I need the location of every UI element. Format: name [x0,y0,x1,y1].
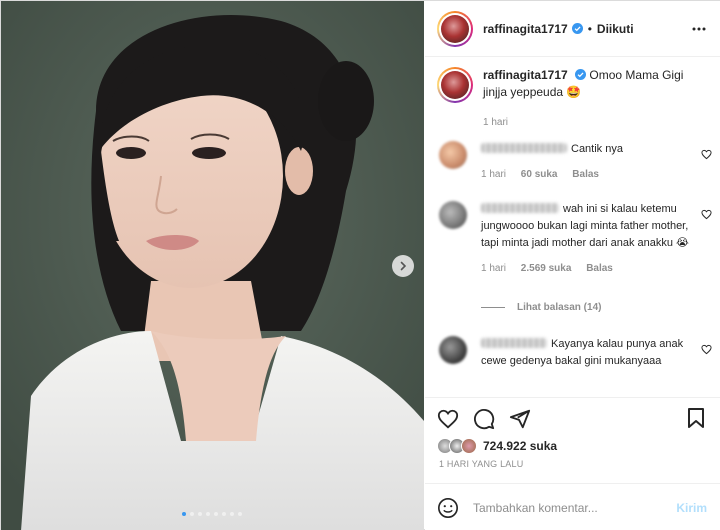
add-comment-bar: Kirim [425,483,720,530]
emoji-icon[interactable] [437,497,459,519]
separator-dot: • [587,21,592,36]
more-options-icon[interactable] [691,21,707,37]
view-replies-label: Lihat balasan (14) [517,302,602,313]
heart-icon[interactable] [437,408,459,430]
view-replies-button[interactable]: Lihat balasan (14) [481,302,601,313]
verified-badge-icon [571,23,583,34]
comment-likes[interactable]: 60 suka [521,169,558,180]
share-icon[interactable] [509,408,531,430]
carousel-dot [198,512,202,516]
reply-button[interactable]: Balas [586,263,613,274]
post-comment-button[interactable]: Kirim [676,501,707,515]
carousel-indicator [182,512,242,516]
post-caption: raffinagita1717 Omoo Mama Gigi jinjja ye… [437,67,712,128]
commenter-username[interactable] [481,203,559,213]
comment-time: 1 hari [481,169,507,180]
carousel-dot [190,512,194,516]
carousel-dot [238,512,242,516]
comment-like-heart-icon[interactable] [701,209,712,220]
carousel-dot [206,512,210,516]
comment-icon[interactable] [473,408,495,430]
comment-time: 1 hari [481,263,507,274]
caption-username[interactable]: raffinagita1717 [483,68,568,82]
comments-list[interactable]: raffinagita1717 Omoo Mama Gigi jinjja ye… [425,57,720,397]
commenter-avatar[interactable] [439,141,467,169]
commenter-avatar[interactable] [439,336,467,364]
verified-badge-icon [575,69,587,80]
post-side-panel: raffinagita1717 • Diikuti raffinagita171… [425,1,720,530]
post-photo[interactable] [1,1,424,530]
commenter-avatar[interactable] [439,201,467,229]
comment-like-heart-icon[interactable] [701,344,712,355]
portrait-image [1,1,424,530]
comment-input[interactable] [473,500,653,515]
author-avatar[interactable] [437,10,473,47]
comment-likes[interactable]: 2.569 suka [521,263,572,274]
commenter-username[interactable] [481,338,547,348]
action-buttons [437,408,531,430]
carousel-dot [222,512,226,516]
post-actions-section: 724.922 suka 1 HARI YANG LALU [425,397,720,482]
carousel-dot [182,512,186,516]
carousel-dot [214,512,218,516]
comment-text: Cantik nya [571,143,623,155]
next-photo-button[interactable] [392,255,414,277]
carousel-dot [230,512,234,516]
likes-summary[interactable]: 724.922 suka [437,438,557,454]
follow-status-button[interactable]: Diikuti [597,22,634,36]
likes-count[interactable]: 724.922 suka [483,439,557,453]
post-header: raffinagita1717 • Diikuti [425,1,720,57]
commenter-username[interactable] [481,143,567,153]
replies-divider [481,307,505,308]
author-username[interactable]: raffinagita1717 [483,22,568,36]
post-timestamp: 1 HARI YANG LALU [439,459,524,469]
post-dialog: raffinagita1717 • Diikuti raffinagita171… [0,0,720,530]
chevron-right-icon [400,261,407,271]
reply-button[interactable]: Balas [572,169,599,180]
caption-avatar[interactable] [437,67,473,103]
liker-avatar [461,438,477,454]
comment-like-heart-icon[interactable] [701,149,712,160]
comment-meta: 1 hari 2.569 suka Balas [481,260,691,277]
comment-meta: 1 hari 60 suka Balas [481,166,691,183]
caption-time: 1 hari [483,117,509,128]
bookmark-icon[interactable] [687,408,705,428]
